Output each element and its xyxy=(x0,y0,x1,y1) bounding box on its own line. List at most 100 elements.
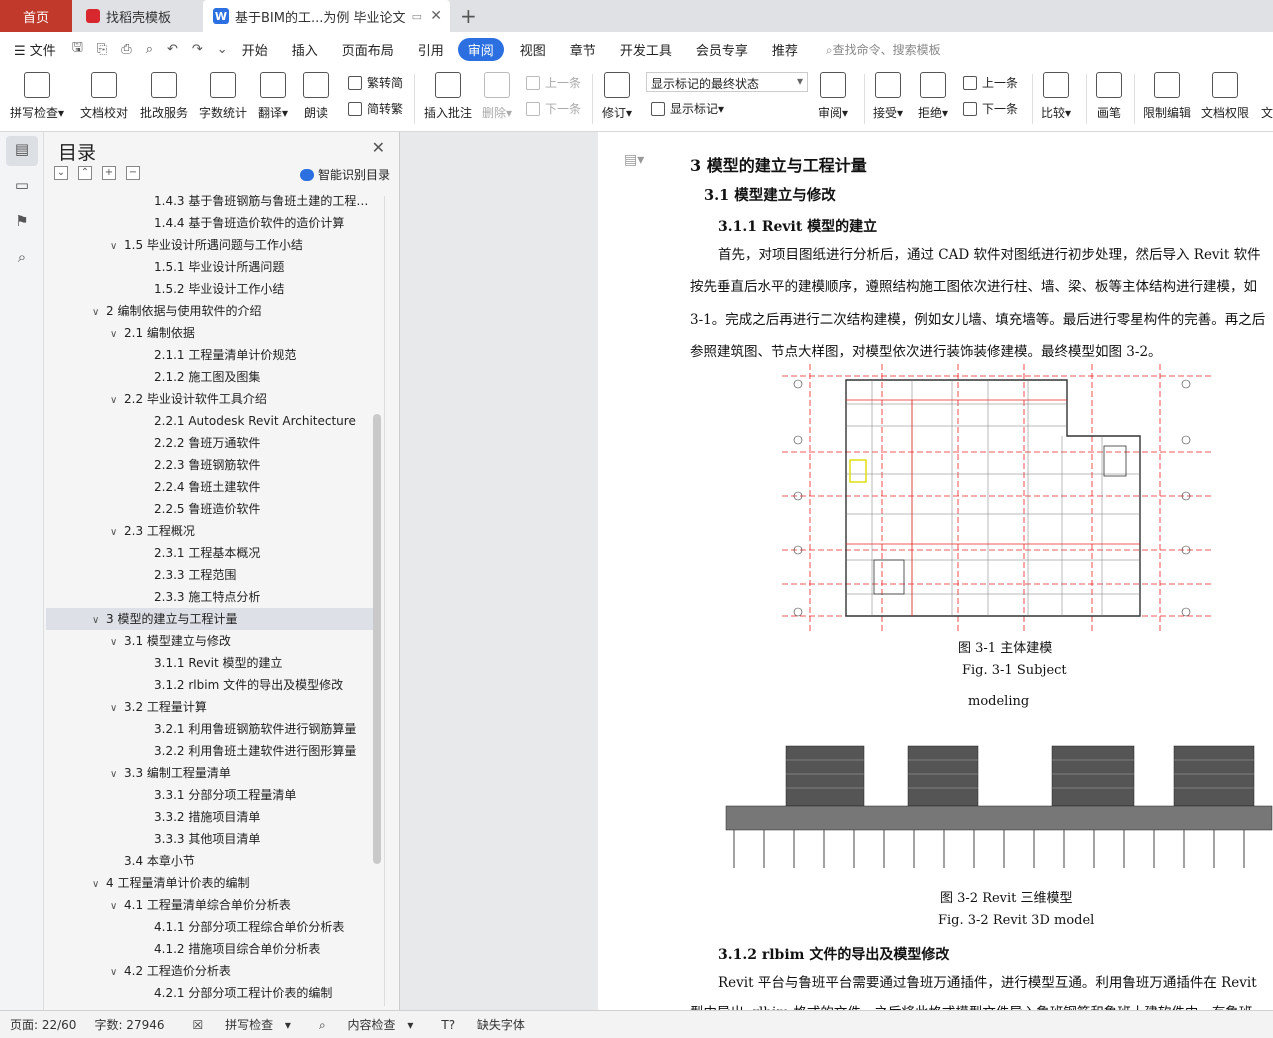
chevron-down-icon[interactable]: ∨ xyxy=(110,764,124,784)
toc-item[interactable]: ∨ 2.2 毕业设计软件工具介绍 xyxy=(46,388,376,410)
save-icon[interactable]: 🖫 xyxy=(72,38,83,60)
to-simplified-button[interactable]: 简转繁 xyxy=(348,100,403,117)
page-options-icon[interactable]: ▤▾ xyxy=(624,152,644,168)
toc-item[interactable]: 2.3.1 工程基本概况 xyxy=(46,542,376,564)
toc-item[interactable]: ∨ 2.3 工程概况 xyxy=(46,520,376,542)
toc-item[interactable]: 2.2.5 鲁班造价软件 xyxy=(46,498,376,520)
collapse-all-icon[interactable]: ⌃ xyxy=(78,166,92,180)
toc-item[interactable]: ∨ 4.2 工程造价分析表 xyxy=(46,960,376,982)
prev-comment-button[interactable]: 上一条 xyxy=(526,74,581,91)
find-icon[interactable]: ⌕ xyxy=(12,248,32,268)
menu-reference[interactable]: 引用 xyxy=(418,40,444,59)
toc-item[interactable]: 3.3.3 其他项目清单 xyxy=(46,828,376,850)
chevron-down-icon[interactable]: ∨ xyxy=(110,896,124,916)
insert-comment-button[interactable]: 插入批注 xyxy=(424,70,472,121)
markup-state-select[interactable]: 显示标记的最终状态 xyxy=(646,72,808,92)
document-page[interactable]: ▤▾ 3 模型的建立与工程计量 3.1 模型建立与修改 3.1.1 Revit … xyxy=(598,132,1273,1010)
spellcheck-status[interactable]: ☒ 拼写检查 ▾ xyxy=(183,1016,291,1033)
accept-button[interactable]: 接受▾ xyxy=(873,70,903,121)
restrict-edit-button[interactable]: 限制编辑 xyxy=(1143,70,1191,121)
toc-item[interactable]: 3.1.2 rlbim 文件的导出及模型修改 xyxy=(46,674,376,696)
content-check-status[interactable]: ⌕ 内容检查 ▾ xyxy=(309,1016,413,1033)
toc-item[interactable]: 3.4 本章小节 xyxy=(46,850,376,872)
toc-item[interactable]: 1.5.2 毕业设计工作小结 xyxy=(46,278,376,300)
toc-item[interactable]: ∨ 1.5 毕业设计所遇问题与工作小结 xyxy=(46,234,376,256)
toc-item[interactable]: 1.4.3 基于鲁班钢筋与鲁班土建的工程量... xyxy=(46,190,376,212)
word-count-button[interactable]: 字数统计 xyxy=(199,70,247,121)
chevron-down-icon[interactable]: ∨ xyxy=(110,962,124,982)
to-traditional-button[interactable]: 繁转简 xyxy=(348,74,403,91)
chevron-down-icon[interactable]: ∨ xyxy=(110,324,124,344)
command-search[interactable]: ⌕查找命令、搜索模板 xyxy=(826,41,941,58)
next-comment-button[interactable]: 下一条 xyxy=(526,100,581,117)
more-ribbon-button[interactable]: 文 xyxy=(1261,70,1273,121)
review-pane-button[interactable]: 审阅▾ xyxy=(818,70,848,121)
toc-panel-icon[interactable]: ▤ xyxy=(6,136,38,166)
undo-icon[interactable]: ↶ xyxy=(167,42,178,57)
redo-icon[interactable]: ↷ xyxy=(192,42,203,57)
toc-item[interactable]: ∨ 3.2 工程量计算 xyxy=(46,696,376,718)
pen-button[interactable]: 画笔 xyxy=(1096,70,1122,121)
chevron-down-icon[interactable]: ∨ xyxy=(110,632,124,652)
menu-devtools[interactable]: 开发工具 xyxy=(620,40,672,59)
next-change-button[interactable]: 下一条 xyxy=(963,100,1018,117)
toc-item[interactable]: 1.4.4 基于鲁班造价软件的造价计算 xyxy=(46,212,376,234)
toc-item[interactable]: 3.2.1 利用鲁班钢筋软件进行钢筋算量 xyxy=(46,718,376,740)
toc-item[interactable]: ∨ 4.1 工程量清单综合单价分析表 xyxy=(46,894,376,916)
chevron-down-icon[interactable]: ∨ xyxy=(110,698,124,718)
toc-item[interactable]: 4.2.1 分部分项工程计价表的编制 xyxy=(46,982,376,1004)
reject-button[interactable]: 拒绝▾ xyxy=(918,70,948,121)
add-heading-icon[interactable]: + xyxy=(102,166,116,180)
toc-item[interactable]: 2.2.1 Autodesk Revit Architecture xyxy=(46,410,376,432)
tab-home[interactable]: 首页 xyxy=(0,0,72,32)
menu-start[interactable]: 开始 xyxy=(242,40,268,59)
preview-icon[interactable]: ⌕ xyxy=(146,42,153,57)
prev-change-button[interactable]: 上一条 xyxy=(963,74,1018,91)
chevron-down-icon[interactable]: ∨ xyxy=(110,236,124,256)
chevron-down-icon[interactable]: ∨ xyxy=(92,302,106,322)
batch-service-button[interactable]: 批改服务 xyxy=(140,70,188,121)
toc-item[interactable]: 1.5.1 毕业设计所遇问题 xyxy=(46,256,376,278)
delete-comment-button[interactable]: 删除▾ xyxy=(482,70,512,121)
nav-panel-icon[interactable]: ▭ xyxy=(12,176,32,196)
chevron-down-icon[interactable]: ∨ xyxy=(110,522,124,542)
toc-item[interactable]: 2.2.4 鲁班土建软件 xyxy=(46,476,376,498)
toc-item[interactable]: 2.2.3 鲁班钢筋软件 xyxy=(46,454,376,476)
file-menu[interactable]: ☰ 文件 xyxy=(14,40,56,59)
close-icon[interactable]: ✕ xyxy=(372,138,385,157)
remove-heading-icon[interactable]: − xyxy=(126,166,140,180)
menu-review[interactable]: 审阅 xyxy=(457,37,504,61)
toc-item[interactable]: 2.1.1 工程量清单计价规范 xyxy=(46,344,376,366)
chevron-down-icon[interactable]: ∨ xyxy=(92,874,106,894)
tab-template[interactable]: 找稻壳模板 xyxy=(76,0,200,32)
toc-item[interactable]: ∨ 3.3 编制工程量清单 xyxy=(46,762,376,784)
chevron-down-icon[interactable]: ∨ xyxy=(110,390,124,410)
menu-member[interactable]: 会员专享 xyxy=(696,40,748,59)
toc-item[interactable]: ∨ 3.1 模型建立与修改 xyxy=(46,630,376,652)
more-quick-icon[interactable]: ⌄ xyxy=(217,42,228,57)
spellcheck-button[interactable]: 拼写检查▾ xyxy=(10,70,64,121)
translate-button[interactable]: 翻译▾ xyxy=(258,70,288,121)
toc-item[interactable]: 3.2.2 利用鲁班土建软件进行图形算量 xyxy=(46,740,376,762)
toc-item[interactable]: 3.1.1 Revit 模型的建立 xyxy=(46,652,376,674)
print-icon[interactable]: ⎙ xyxy=(121,42,131,57)
toc-item[interactable]: 3.3.2 措施项目清单 xyxy=(46,806,376,828)
toc-item[interactable]: 2.3.3 施工特点分析 xyxy=(46,586,376,608)
toc-item[interactable]: ∨ 2 编制依据与使用软件的介绍 xyxy=(46,300,376,322)
monitor-icon[interactable]: ▭ xyxy=(412,10,422,23)
word-count-indicator[interactable]: 字数: 27946 xyxy=(94,1016,164,1033)
menu-chapter[interactable]: 章节 xyxy=(570,40,596,59)
toc-item[interactable]: 4.1.1 分部分项工程综合单价分析表 xyxy=(46,916,376,938)
menu-layout[interactable]: 页面布局 xyxy=(342,40,394,59)
toc-item[interactable]: ∨ 2.1 编制依据 xyxy=(46,322,376,344)
tab-document[interactable]: W 基于BIM的工...为例 毕业论文 ▭ ✕ xyxy=(203,0,450,32)
toc-item[interactable]: 3.3.1 分部分项工程量清单 xyxy=(46,784,376,806)
chevron-down-icon[interactable]: ∨ xyxy=(92,610,106,630)
toc-item[interactable]: 2.2.2 鲁班万通软件 xyxy=(46,432,376,454)
expand-all-icon[interactable]: ⌄ xyxy=(54,166,68,180)
compare-button[interactable]: 比较▾ xyxy=(1041,70,1071,121)
revise-button[interactable]: 修订▾ xyxy=(602,70,632,121)
toc-item[interactable]: ∨ 3 模型的建立与工程计量 xyxy=(46,608,376,630)
menu-recommend[interactable]: 推荐 xyxy=(772,40,798,59)
missing-font-status[interactable]: T? 缺失字体 xyxy=(431,1016,533,1033)
